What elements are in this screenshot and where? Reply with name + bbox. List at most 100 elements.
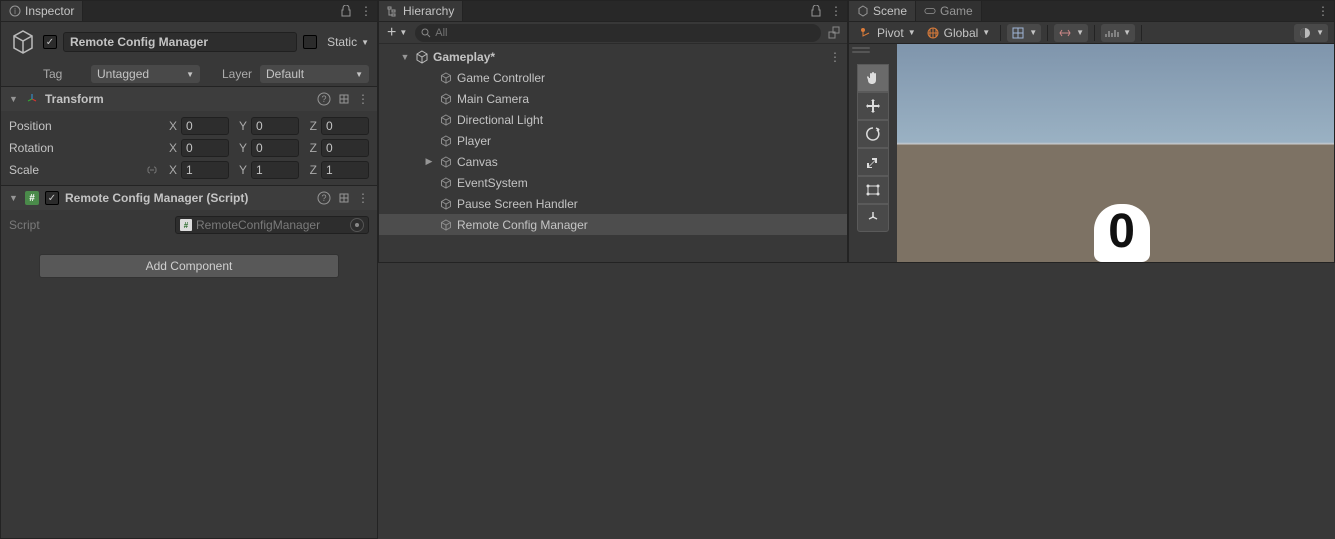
scene-tab-bar: Scene Game ⋮ [849,1,1334,22]
scene-toolbar: Pivot ▼ Global ▼ ▼ ▼ ▼ ▼ [849,22,1334,44]
kebab-icon[interactable]: ⋮ [357,92,369,106]
kebab-icon[interactable]: ⋮ [357,2,375,20]
object-picker-icon[interactable] [350,218,364,232]
gameobject-icon [439,218,453,232]
hierarchy-item[interactable]: Player [379,130,847,151]
scene-root[interactable]: ▼ Gameplay* ⋮ [379,46,847,67]
script-component-header[interactable]: ▼ # ✓ Remote Config Manager (Script) ? ⋮ [1,186,377,210]
scene-filter-icon[interactable] [825,24,843,42]
help-icon[interactable]: ? [317,191,331,205]
constrain-proportions-icon[interactable] [145,163,159,177]
kebab-icon[interactable]: ⋮ [357,191,369,205]
scale-x-field[interactable]: 1 [181,161,229,179]
rotation-y-field[interactable]: 0 [251,139,299,157]
tag-dropdown[interactable]: Untagged▼ [91,65,200,83]
item-label: Directional Light [457,113,543,127]
game-tab[interactable]: Game [916,1,982,21]
scene-tab-icon [857,5,869,17]
gameobject-name-field[interactable]: Remote Config Manager [63,32,297,52]
scale-tool[interactable] [857,148,889,176]
create-dropdown[interactable]: +▼ [383,24,411,42]
scale-z-field[interactable]: 1 [321,161,369,179]
inspector-panel: i Inspector ⋮ ✓ Remote Config Manager St… [0,0,378,539]
transform-tool[interactable] [857,204,889,232]
scene-tab[interactable]: Scene [849,1,916,21]
position-z-field[interactable]: 0 [321,117,369,135]
hierarchy-item[interactable]: Pause Screen Handler [379,193,847,214]
inspector-icon: i [9,5,21,17]
lock-icon[interactable] [807,2,825,20]
foldout-arrow-icon[interactable]: ▼ [9,193,19,203]
rotation-z-field[interactable]: 0 [321,139,369,157]
tag-layer-row: Tag Untagged▼ Layer Default▼ [1,62,377,86]
lock-icon[interactable] [337,2,355,20]
hierarchy-item[interactable]: Remote Config Manager [379,214,847,235]
inspector-tab-bar: i Inspector ⋮ [1,1,377,22]
hierarchy-item[interactable]: Directional Light [379,109,847,130]
kebab-icon[interactable]: ⋮ [1314,2,1332,20]
static-checkbox[interactable] [303,35,317,49]
svg-text:i: i [14,7,16,16]
move-tool[interactable] [857,92,889,120]
scale-label: Scale [9,163,159,177]
tag-label: Tag [43,67,83,81]
component-enabled-checkbox[interactable]: ✓ [45,191,59,205]
grid-snap-button[interactable]: ▼ [1007,24,1041,42]
script-object-field[interactable]: # RemoteConfigManager [175,216,369,234]
foldout-arrow-icon[interactable]: ▼ [9,94,19,104]
hierarchy-tree: ▼ Gameplay* ⋮ Game ControllerMain Camera… [379,44,847,262]
gameobject-icon [439,176,453,190]
help-icon[interactable]: ? [317,92,331,106]
gameobject-icon[interactable] [9,28,37,56]
static-dropdown[interactable]: Static▼ [323,35,369,49]
scene-viewport[interactable]: 0 [849,44,1334,262]
foldout-arrow-icon[interactable]: ▼ [399,52,411,62]
hierarchy-tab[interactable]: Hierarchy [379,1,463,21]
position-y-field[interactable]: 0 [251,117,299,135]
globe-icon [926,26,940,40]
shading-mode-button[interactable]: ▼ [1294,24,1328,42]
hierarchy-item[interactable]: Main Camera [379,88,847,109]
preset-icon[interactable] [337,92,351,106]
search-input[interactable] [435,27,815,39]
kebab-icon[interactable]: ⋮ [827,2,845,20]
hierarchy-item[interactable]: Game Controller [379,67,847,88]
pivot-dropdown[interactable]: Pivot ▼ [855,24,920,42]
transform-header[interactable]: ▼ Transform ? ⋮ [1,87,377,111]
hierarchy-search[interactable] [415,24,821,42]
hierarchy-item[interactable]: EventSystem [379,172,847,193]
add-component-button[interactable]: Add Component [39,254,339,278]
preset-icon[interactable] [337,191,351,205]
rotation-x-field[interactable]: 0 [181,139,229,157]
position-x-field[interactable]: 0 [181,117,229,135]
rect-tool[interactable] [857,176,889,204]
script-file-icon: # [180,219,192,231]
gameobject-icon [439,71,453,85]
hierarchy-item[interactable]: ▶Canvas [379,151,847,172]
tab-label: Inspector [25,4,74,18]
script-component: ▼ # ✓ Remote Config Manager (Script) ? ⋮… [1,185,377,240]
tab-label: Scene [873,4,907,18]
global-dropdown[interactable]: Global ▼ [922,24,995,42]
transform-component: ▼ Transform ? ⋮ Position X0 Y0 Z0 [1,86,377,185]
scene-name-label: Gameplay* [433,50,495,64]
inspector-tab[interactable]: i Inspector [1,1,83,21]
rotate-tool[interactable] [857,120,889,148]
active-checkbox[interactable]: ✓ [43,35,57,49]
hierarchy-toolbar: +▼ [379,22,847,44]
layer-dropdown[interactable]: Default▼ [260,65,369,83]
svg-text:?: ? [321,94,326,104]
scale-row: Scale X1 Y1 Z1 [9,159,369,181]
kebab-icon[interactable]: ⋮ [829,50,841,64]
gameobject-icon [439,197,453,211]
gameobject-icon [439,92,453,106]
scene-tools [849,44,897,262]
foldout-arrow-icon[interactable]: ▶ [423,156,435,167]
snap-increment-button[interactable]: ▼ [1054,24,1088,42]
scale-y-field[interactable]: 1 [251,161,299,179]
position-row: Position X0 Y0 Z0 [9,115,369,137]
draw-mode-button[interactable]: ▼ [1101,24,1135,42]
hand-tool[interactable] [857,64,889,92]
component-title: Transform [45,92,311,106]
scene-3d-view[interactable]: 0 [897,44,1334,262]
